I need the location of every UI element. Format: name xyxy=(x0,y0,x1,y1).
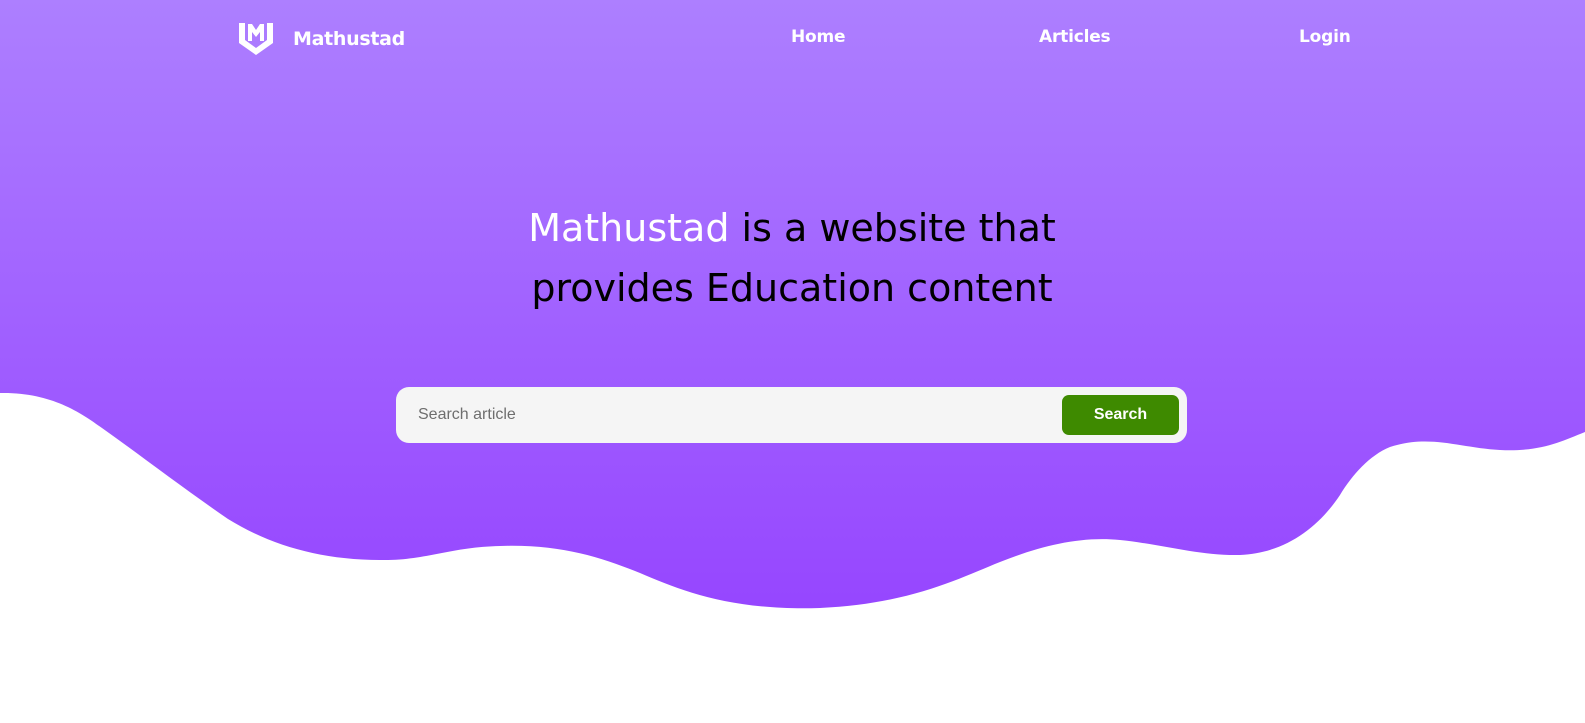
search-button[interactable]: Search xyxy=(1062,395,1179,435)
top-navbar: Mathustad Home Articles Login xyxy=(0,0,1585,78)
hero-headline-line2: provides Education content xyxy=(531,266,1053,310)
nav-link-articles[interactable]: Articles xyxy=(1039,27,1111,47)
brand-name: Mathustad xyxy=(293,28,405,50)
hero-headline-line1: is a website that xyxy=(729,206,1056,250)
nav-link-home[interactable]: Home xyxy=(791,27,846,47)
hero-headline: Mathustad is a website that provides Educ… xyxy=(392,198,1192,318)
hero-wave-background xyxy=(0,0,1585,609)
shield-m-logo-icon xyxy=(239,23,273,55)
hero-headline-brand: Mathustad xyxy=(528,206,730,250)
article-search-input[interactable] xyxy=(408,395,1048,435)
page-root: Mathustad Home Articles Login Mathustad … xyxy=(0,0,1585,723)
brand-home-link[interactable]: Mathustad xyxy=(236,20,405,58)
article-search-bar: Search xyxy=(396,387,1187,443)
nav-link-login[interactable]: Login xyxy=(1299,27,1351,47)
